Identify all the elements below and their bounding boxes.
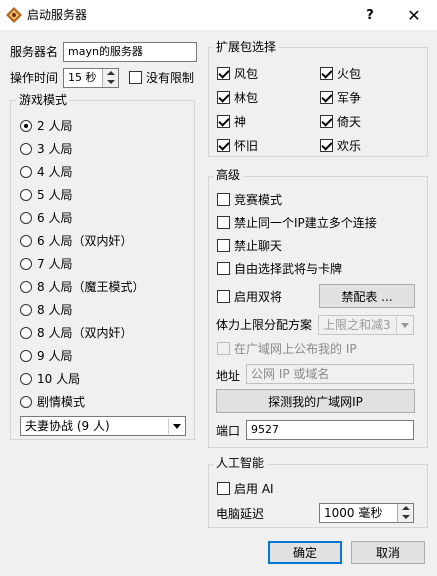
game-mode-radio[interactable] — [20, 373, 32, 385]
game-mode-radio[interactable] — [20, 350, 32, 362]
no-limit-label: 没有限制 — [146, 71, 195, 85]
game-mode-radio[interactable] — [20, 396, 32, 408]
expansion-checkbox[interactable] — [320, 67, 333, 80]
game-mode-label: 5 人局 — [37, 188, 73, 202]
expansion-label: 林包 — [234, 91, 259, 105]
expansion-checkbox[interactable] — [320, 139, 333, 152]
game-mode-label: 8 人局 — [37, 303, 73, 317]
game-mode-label: 4 人局 — [37, 165, 73, 179]
address-label: 地址 — [216, 369, 241, 383]
game-mode-label: 7 人局 — [37, 257, 73, 271]
ban-table-button[interactable]: 禁配表 ... — [319, 284, 415, 308]
chevron-down-icon — [396, 317, 412, 333]
game-mode-radio[interactable] — [20, 120, 32, 132]
forbid-chat-checkbox[interactable] — [217, 239, 230, 252]
operation-time-spinner[interactable]: 15 秒 — [63, 68, 119, 88]
game-mode-radio[interactable] — [20, 327, 32, 339]
hp-scheme-label: 体力上限分配方案 — [216, 318, 313, 332]
game-mode-radio[interactable] — [20, 281, 32, 293]
expansion-checkbox[interactable] — [217, 139, 230, 152]
ai-delay-label: 电脑延迟 — [216, 507, 265, 521]
expansion-label: 风包 — [234, 67, 259, 81]
port-label: 端口 — [216, 424, 241, 438]
expansion-checkbox[interactable] — [217, 91, 230, 104]
hp-scheme-value: 上限之和减3 — [323, 318, 391, 332]
port-input[interactable]: 9527 — [246, 420, 414, 440]
game-mode-label: 剧情模式 — [37, 395, 86, 409]
enable-ai-label: 启用 AI — [234, 482, 274, 496]
game-mode-label: 8 人局（魔王模式） — [37, 280, 145, 294]
expansion-label: 火包 — [337, 67, 362, 81]
dual-general-label: 启用双将 — [234, 290, 283, 304]
contest-mode-label: 竞赛模式 — [234, 193, 283, 207]
game-mode-radio[interactable] — [20, 166, 32, 178]
expansion-label: 神 — [234, 115, 247, 129]
hp-scheme-select[interactable]: 上限之和减3 — [318, 315, 414, 335]
close-button[interactable]: ✕ — [394, 0, 434, 30]
operation-time-label: 操作时间 — [10, 71, 59, 85]
contest-mode-checkbox[interactable] — [217, 193, 230, 206]
game-mode-radio[interactable] — [20, 258, 32, 270]
spinner-arrows-icon[interactable] — [397, 504, 413, 522]
publish-ip-label: 在广域网上公布我的 IP — [234, 342, 357, 356]
expansion-checkbox[interactable] — [217, 67, 230, 80]
advanced-title: 高级 — [213, 168, 244, 182]
game-mode-label: 6 人局 — [37, 211, 73, 225]
dual-general-checkbox[interactable] — [217, 290, 230, 303]
game-mode-label: 2 人局 — [37, 119, 73, 133]
game-mode-label: 8 人局（双内奸） — [37, 326, 133, 340]
forbid-same-ip-checkbox[interactable] — [217, 216, 230, 229]
publish-ip-checkbox[interactable] — [217, 342, 230, 355]
app-icon — [6, 7, 22, 23]
forbid-chat-label: 禁止聊天 — [234, 239, 283, 253]
expansion-label: 怀旧 — [234, 139, 259, 153]
game-mode-title: 游戏模式 — [16, 93, 71, 107]
game-mode-radio[interactable] — [20, 212, 32, 224]
scenario-value: 夫妻协战 (9 人) — [25, 419, 110, 433]
expansion-checkbox[interactable] — [217, 115, 230, 128]
game-mode-radio[interactable] — [20, 189, 32, 201]
expansion-checkbox[interactable] — [320, 115, 333, 128]
free-choose-label: 自由选择武将与卡牌 — [234, 262, 343, 276]
address-input[interactable]: 公网 IP 或域名 — [246, 364, 414, 384]
game-mode-label: 9 人局 — [37, 349, 73, 363]
help-button[interactable]: ? — [350, 0, 390, 30]
game-mode-label: 6 人局（双内奸） — [37, 234, 133, 248]
free-choose-checkbox[interactable] — [217, 262, 230, 275]
cancel-button[interactable]: 取消 — [351, 541, 425, 564]
spinner-arrows-icon[interactable] — [102, 69, 118, 87]
expansion-checkbox[interactable] — [320, 91, 333, 104]
forbid-same-ip-label: 禁止同一个IP建立多个连接 — [234, 216, 377, 230]
operation-time-value: 15 秒 — [68, 71, 97, 84]
ok-button[interactable]: 确定 — [268, 541, 342, 564]
server-name-label: 服务器名 — [10, 45, 59, 59]
ai-title: 人工智能 — [213, 456, 268, 470]
server-name-input[interactable]: mayn的服务器 — [63, 42, 197, 62]
expansion-label: 军争 — [337, 91, 362, 105]
ai-delay-spinner[interactable]: 1000 毫秒 — [319, 503, 414, 523]
window-title: 启动服务器 — [27, 8, 88, 22]
expansion-title: 扩展包选择 — [213, 40, 280, 54]
game-mode-label: 3 人局 — [37, 142, 73, 156]
expansion-label: 欢乐 — [337, 139, 362, 153]
chevron-down-icon — [168, 418, 184, 434]
game-mode-radio[interactable] — [20, 143, 32, 155]
scenario-select[interactable]: 夫妻协战 (9 人) — [20, 416, 186, 436]
expansion-label: 倚天 — [337, 115, 362, 129]
detect-ip-button[interactable]: 探测我的广域网IP — [216, 389, 415, 413]
no-limit-checkbox[interactable] — [129, 71, 142, 84]
game-mode-label: 10 人局 — [37, 372, 81, 386]
enable-ai-checkbox[interactable] — [217, 482, 230, 495]
ai-delay-value: 1000 毫秒 — [324, 506, 383, 520]
game-mode-radio[interactable] — [20, 235, 32, 247]
game-mode-radio[interactable] — [20, 304, 32, 316]
